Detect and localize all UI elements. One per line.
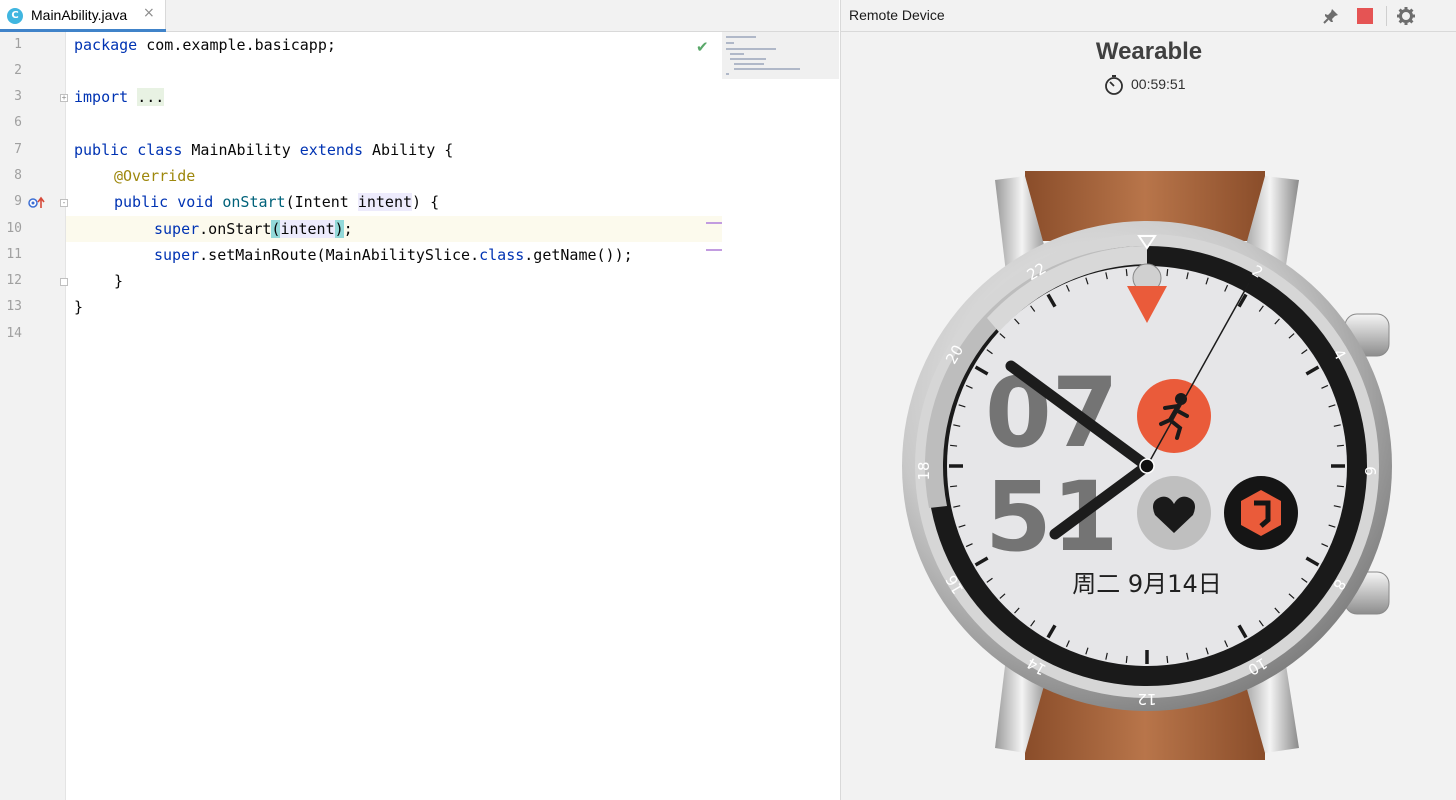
minute-tick [950, 444, 958, 447]
folded-imports[interactable]: ... [137, 88, 165, 106]
date-text: 周二 9月14日 [1072, 570, 1221, 598]
gear-icon[interactable] [1396, 6, 1416, 26]
code-line-1: package com.example.basicapp; [74, 36, 336, 54]
stop-icon[interactable] [1357, 8, 1373, 24]
line-number: 1 [14, 37, 22, 52]
minute-tick [1336, 444, 1344, 447]
minute-tick [1166, 269, 1169, 277]
code-area[interactable]: ✔ package com.example.basicapp; import .… [66, 32, 839, 800]
minute-digits: 51 [985, 461, 1119, 573]
timer-text: 00:59:51 [1131, 76, 1186, 92]
code-line-12: } [114, 272, 124, 290]
code-line-8: @Override [114, 167, 196, 185]
minute-tick [1125, 655, 1128, 663]
override-marker-icon[interactable] [28, 196, 46, 210]
line-number: 8 [14, 168, 22, 183]
minimap[interactable] [722, 32, 839, 79]
panel-title: Remote Device [849, 7, 945, 23]
line-number: 3 [14, 89, 22, 104]
tab-mainability-java[interactable]: C MainAbility.java × [0, 0, 166, 32]
timer-icon [1105, 75, 1123, 95]
hour-digits: 07 [985, 357, 1119, 469]
minute-tick [1125, 269, 1128, 277]
device-name: Wearable [1095, 38, 1203, 65]
change-marker[interactable] [706, 222, 722, 224]
code-line-3: import ... [74, 88, 165, 106]
line-number: 7 [14, 142, 22, 157]
bezel-label: 12 [1137, 690, 1156, 708]
close-icon[interactable]: × [143, 5, 155, 21]
editor-tab-bar: C MainAbility.java × [0, 0, 839, 32]
code-line-9: public void onStart(Intent intent) { [114, 193, 440, 211]
code-line-10: super.onStart(intent); [154, 220, 353, 238]
line-number-gutter[interactable]: 1 2 3 6 7 8 9 10 11 12 13 14 + - [0, 32, 68, 800]
toolbar-divider [1386, 6, 1387, 26]
code-line-11: super.setMainRoute(MainAbilitySlice.clas… [154, 246, 633, 264]
line-number: 6 [14, 115, 22, 130]
minute-tick [1166, 655, 1169, 663]
panel-header: Remote Device [841, 0, 1456, 32]
code-line-13: } [74, 298, 84, 316]
bezel-label: 18 [915, 461, 933, 480]
line-number: 11 [6, 247, 22, 262]
smartwatch-screen[interactable]: 2 4 6 8 10 12 14 16 18 20 22 07 51 周二 9月… [899, 168, 1399, 763]
line-number: 2 [14, 63, 22, 78]
line-number: 12 [6, 273, 22, 288]
line-number: 9 [14, 194, 22, 209]
change-marker[interactable] [706, 249, 722, 251]
code-line-7: public class MainAbility extends Ability… [74, 141, 454, 159]
line-number: 13 [6, 299, 22, 314]
tab-label: MainAbility.java [31, 7, 128, 23]
bezel-label: 6 [1361, 466, 1379, 476]
line-number: 10 [6, 221, 22, 236]
code-editor[interactable]: C MainAbility.java × 1 2 3 6 7 8 9 10 11… [0, 0, 839, 800]
line-number: 14 [6, 326, 22, 341]
remote-device-panel: Remote Device Wearable 00:59:51 2 4 6 8 … [840, 0, 1456, 800]
pin-icon[interactable] [1321, 6, 1341, 26]
check-icon[interactable]: ✔ [696, 38, 709, 56]
hands-pivot [1139, 458, 1155, 474]
minute-tick [1336, 485, 1344, 488]
minute-tick [950, 485, 958, 488]
java-class-icon: C [7, 8, 23, 24]
